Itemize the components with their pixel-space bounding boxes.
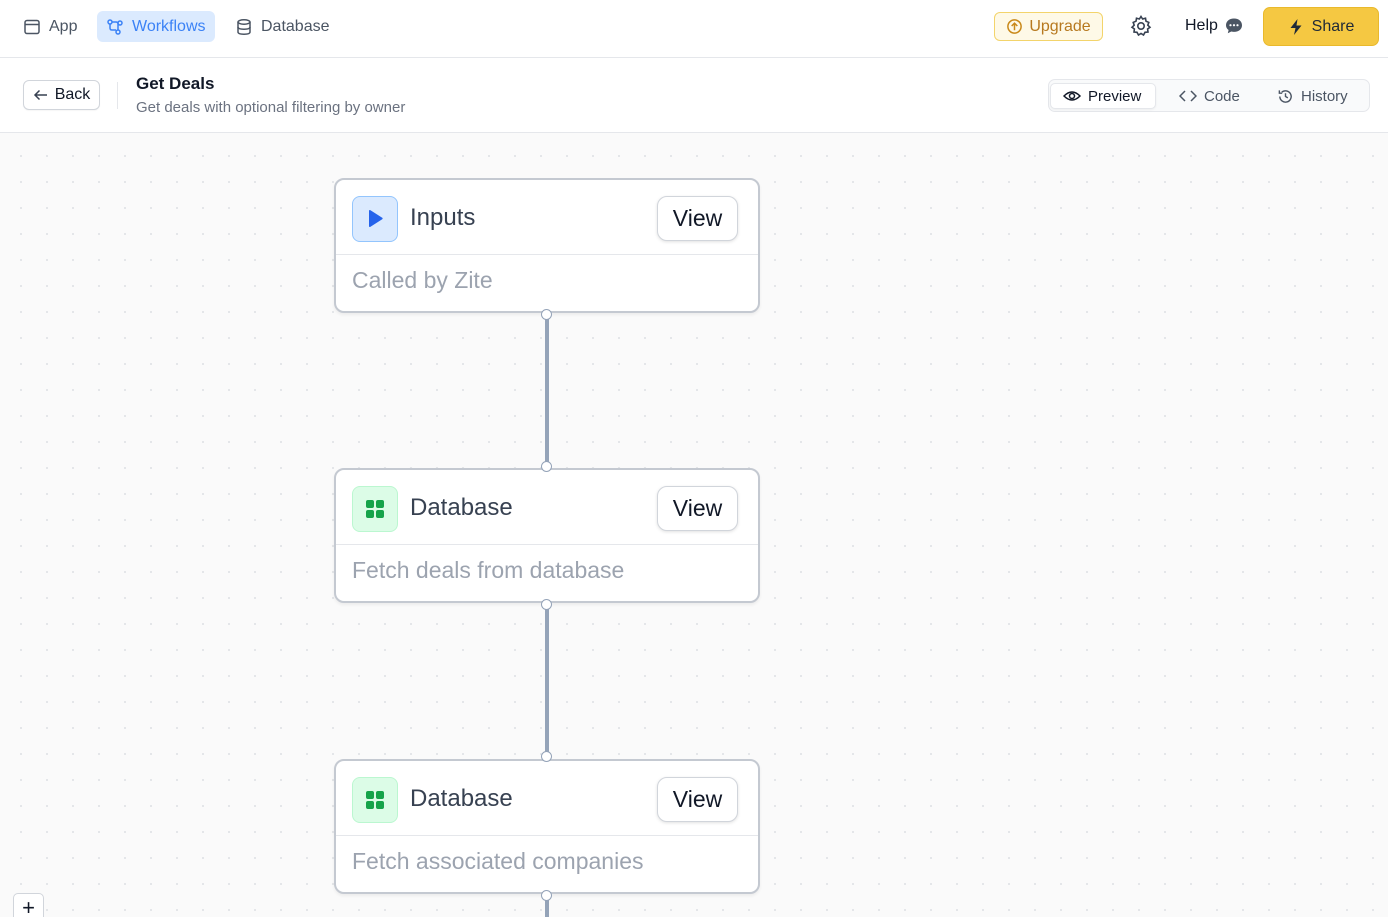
node-header: Database View [336,470,758,545]
node-input-port[interactable] [541,751,552,762]
nav-database[interactable]: Database [226,11,339,42]
workflow-node-database-deals[interactable]: Database View Fetch deals from database [334,468,760,603]
tab-preview-label: Preview [1088,87,1142,105]
tab-code[interactable]: Code [1167,83,1252,109]
view-mode-tabs: Preview Code History [1048,79,1370,112]
chat-bubble-icon [1225,18,1242,34]
node-icon-badge [352,486,398,532]
node-icon-badge [352,777,398,823]
page-subtitle: Get deals with optional filtering by own… [136,99,406,116]
node-description: Fetch associated companies [352,848,644,874]
node-header: Inputs View [336,180,758,255]
connector-edge [545,607,549,756]
table-grid-icon [366,500,384,518]
upgrade-arrow-icon [1007,19,1023,34]
workflow-header: Back Get Deals Get deals with optional f… [0,58,1388,133]
app-window-icon [24,19,40,34]
history-clock-icon [1278,89,1292,103]
upgrade-label: Upgrade [1029,17,1091,35]
node-description: Fetch deals from database [352,557,625,583]
arrow-left-icon [33,89,47,101]
nav-workflows-label: Workflows [132,17,206,35]
node-title: Inputs [410,204,476,231]
node-description: Called by Zite [352,267,493,293]
top-nav-bar: App Workflows Database Upgrade Help Shar… [0,0,1388,58]
upgrade-button[interactable]: Upgrade [994,12,1103,41]
tab-preview[interactable]: Preview [1050,83,1156,109]
zoom-in-button[interactable]: + [13,893,44,917]
node-output-port[interactable] [541,309,552,320]
workflow-node-database-companies[interactable]: Database View Fetch associated companies [334,759,760,894]
back-button[interactable]: Back [23,80,100,110]
share-button[interactable]: Share [1263,7,1379,46]
node-input-port[interactable] [541,461,552,472]
tab-history-label: History [1301,87,1348,105]
node-title: Database [410,494,513,521]
node-output-port[interactable] [541,599,552,610]
settings-gear-icon[interactable] [1129,14,1153,38]
tab-history[interactable]: History [1265,83,1360,109]
lightning-bolt-icon [1290,18,1302,35]
workflow-icon [107,18,123,35]
database-icon [237,18,251,35]
table-grid-icon [366,791,384,809]
tab-code-label: Code [1204,87,1240,105]
node-header: Database View [336,761,758,836]
connector-edge [545,316,549,465]
header-divider [117,82,118,109]
nav-app-label: App [49,17,78,35]
code-brackets-icon [1179,90,1197,102]
eye-icon [1063,91,1081,101]
help-label: Help [1185,17,1218,34]
node-output-port[interactable] [541,890,552,901]
node-view-button[interactable]: View [657,196,738,241]
nav-app[interactable]: App [14,11,86,42]
help-button[interactable]: Help [1185,13,1244,39]
nav-workflows[interactable]: Workflows [97,11,215,42]
play-icon [369,210,383,227]
node-view-button[interactable]: View [657,486,738,531]
node-icon-badge [352,196,398,242]
workflow-node-inputs[interactable]: Inputs View Called by Zite [334,178,760,313]
node-title: Database [410,785,513,812]
share-label: Share [1311,17,1355,35]
back-label: Back [54,86,91,103]
nav-database-label: Database [261,17,330,35]
node-view-button[interactable]: View [657,777,738,822]
page-title: Get Deals [136,74,215,93]
